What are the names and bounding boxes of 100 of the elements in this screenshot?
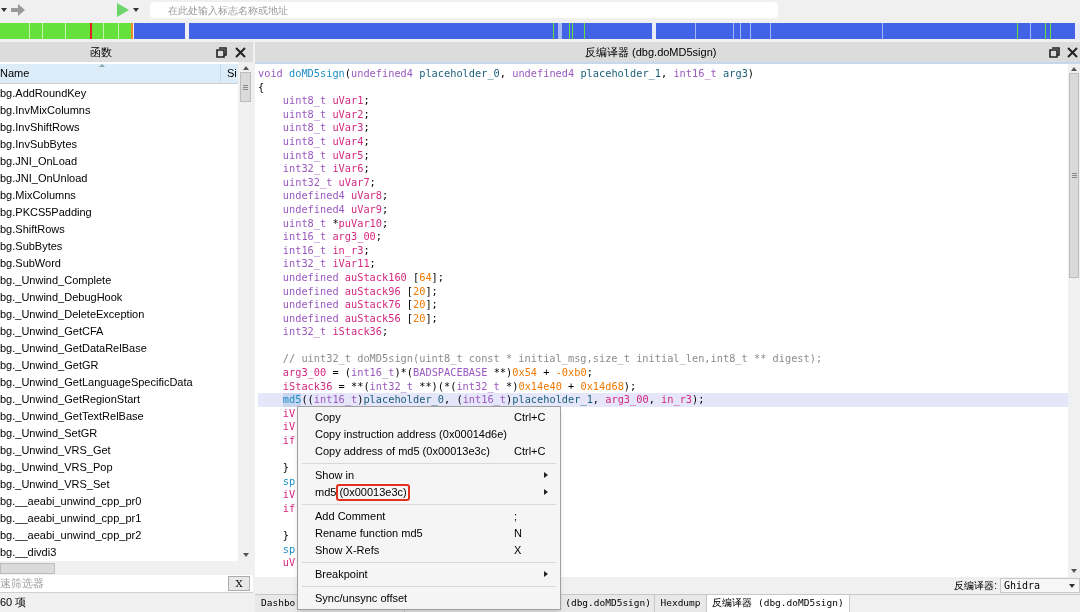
dropdown-caret-icon[interactable] [1,8,7,12]
code-token: 20 [413,284,426,299]
function-name[interactable]: bg.__aeabi_unwind_cpp_pr1 [0,510,142,527]
navigation-bar-drawing[interactable] [0,23,1080,39]
function-name[interactable]: bg._Unwind_GetCFA [0,323,104,340]
code-token: undefined4 [512,67,575,81]
function-name[interactable]: bg.InvShiftRows [0,119,80,136]
tab[interactable]: Hexdump [655,595,707,612]
function-name[interactable]: bg.InvSubBytes [0,136,78,153]
function-name[interactable]: bg.PKCS5Padding [0,204,92,221]
decompiler-dropdown[interactable]: Ghidra [1000,578,1080,593]
menu-item[interactable]: Add Comment ; [298,508,560,525]
scrollbar[interactable] [238,62,253,561]
scroll-up-icon[interactable] [242,66,249,70]
function-name[interactable]: bg.__divdi3 [0,544,57,561]
code-token: ; [382,189,389,203]
menu-item[interactable]: Copy address of md5 (0x00013e3c) Ctrl+C [298,443,560,460]
scrollbar-thumb[interactable] [0,562,55,574]
code-token: -0xb0 [555,366,587,380]
function-name[interactable]: bg.MixColumns [0,187,76,204]
code-token: iV [282,420,296,435]
code-token: [ [405,284,413,299]
code-token: int16_t [282,243,327,258]
code-token: uV [282,556,296,570]
function-name[interactable]: bg._Unwind_DeleteException [0,306,145,323]
function-name[interactable]: bg._Unwind_SetGR [0,425,98,442]
menu-item[interactable]: md5 (0x00013e3c) [298,484,560,501]
restore-icon[interactable] [216,46,227,58]
function-name[interactable]: bg._Unwind_VRS_Get [0,442,111,459]
close-icon[interactable] [235,46,246,58]
function-name[interactable]: bg.AddRoundKey [0,85,87,102]
function-name[interactable]: bg._Unwind_Complete [0,272,112,289]
code-token: ; [369,175,376,190]
code-token: uint8_t [282,148,327,163]
menu-item[interactable]: Sync/unsync offset [298,590,560,607]
menu-item[interactable]: Show in [298,467,560,484]
menu-item[interactable]: Breakpoint [298,566,560,583]
function-name[interactable]: bg._Unwind_GetDataRelBase [0,340,147,357]
code-token: , [592,393,601,407]
code-token: iV [282,488,296,502]
scrollbar[interactable] [1068,64,1080,577]
clear-button[interactable]: X [228,576,250,591]
code-token: uVar5 [331,148,364,163]
function-name[interactable]: bg._Unwind_VRS_Pop [0,459,113,476]
code-token: } [282,461,289,475]
function-name[interactable]: bg.__aeabi_unwind_cpp_pr2 [0,527,142,544]
submenu-arrow-icon [544,489,548,495]
scroll-up-icon[interactable] [1071,67,1077,71]
function-name[interactable]: bg.ShiftRows [0,221,65,238]
code-token: auStack76 [343,298,401,312]
code-token: ; [382,216,389,231]
code-token: uVar7 [337,175,370,190]
column-header[interactable]: Si [221,64,236,83]
code-token: int32_t [282,257,327,271]
panel-title: 反编译器 (dbg.doMD5sign) [585,44,717,60]
restore-icon[interactable] [1049,46,1060,58]
function-name[interactable]: bg.SubBytes [0,238,63,255]
function-name[interactable]: bg.__aeabi_unwind_cpp_pr0 [0,493,142,510]
code-token: ( [344,67,351,81]
scrollbar-thumb[interactable] [1069,73,1079,278]
tab[interactable]: 反编译器 (dbg.doMD5sign) [707,595,850,612]
scroll-down-icon[interactable] [242,553,249,557]
menu-item[interactable]: Copy Ctrl+C [298,409,560,426]
code-token: // uint32_t doMD5sign(uint8_t const * initial_msg,size_t initial_len,int8_t ** digest); [282,352,823,367]
scroll-down-icon[interactable] [1071,569,1077,573]
code-token: auStack160 [343,270,407,285]
code-token: uVar8 [350,189,382,203]
dropdown-caret-icon[interactable] [133,8,139,12]
function-name[interactable]: bg.JNI_OnLoad [0,153,78,170]
code-token: int16_t [351,366,395,380]
function-name[interactable]: bg.JNI_OnUnload [0,170,88,187]
function-name[interactable]: bg._Unwind_DebugHook [0,289,123,306]
decompiler-label: 反编译器: [954,579,997,593]
function-name[interactable]: bg.InvMixColumns [0,102,91,119]
horizontal-scrollbar[interactable] [0,561,253,575]
function-name[interactable]: bg._Unwind_GetRegionStart [0,391,141,408]
function-name[interactable]: bg._Unwind_VRS_Set [0,476,110,493]
code-token: iStack36 [331,325,382,339]
menu-item[interactable]: Show X-Refs X [298,542,560,559]
function-name[interactable]: bg._Unwind_GetTextRelBase [0,408,144,425]
code-token: , [499,67,507,81]
scrollbar-thumb[interactable] [240,72,251,102]
code-token: + [567,379,576,394]
function-name[interactable]: bg._Unwind_GetLanguageSpecificData [0,374,193,391]
menu-item[interactable]: Rename function md5 N [298,525,560,542]
menu-item[interactable]: Copy instruction address (0x00014d6e) [298,426,560,443]
column-header[interactable]: Name [0,64,221,83]
code-token: int32_t [369,379,413,394]
dropdown-caret-icon[interactable] [1069,584,1075,588]
code-token: puVar10 [338,216,382,231]
code-token: uVar1 [331,94,364,108]
code-token: int32_t [282,325,327,339]
close-icon[interactable] [1067,46,1078,58]
code-token: ; [363,162,370,176]
function-name[interactable]: bg._Unwind_GetGR [0,357,99,374]
function-name[interactable]: bg.SubWord [0,255,61,272]
code-token: uVar2 [331,107,364,122]
code-token: placeholder_0 [363,393,444,407]
code-token: BADSPACEBASE [413,366,488,380]
code-token: uVar9 [350,202,382,217]
